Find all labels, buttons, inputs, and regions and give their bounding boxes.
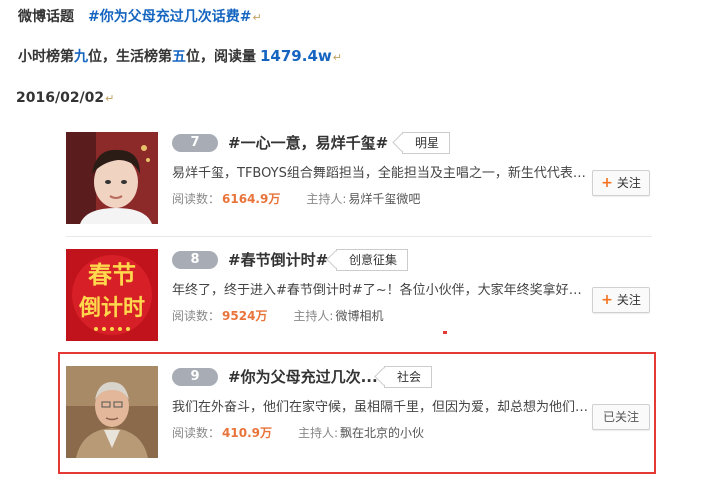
- rank-badge: 9: [172, 368, 218, 386]
- red-marker-dot: [443, 331, 447, 334]
- host-name[interactable]: 易烊千玺微吧: [348, 192, 420, 206]
- reads-label: 阅读数：: [172, 426, 221, 440]
- thumbnail-text-1: 春节: [88, 261, 136, 289]
- followed-button[interactable]: 已关注: [592, 404, 650, 430]
- host-label: 主持人:: [293, 309, 334, 323]
- date-text: 2016/02/02: [16, 90, 105, 106]
- rank-badge: 8: [172, 251, 218, 269]
- topic-title[interactable]: #一心一意，易烊千玺#: [228, 132, 388, 153]
- rank-suffix-text: 位，阅读量: [186, 49, 256, 65]
- topic-thumbnail-avatar[interactable]: [66, 132, 158, 224]
- plus-icon: +: [601, 175, 613, 191]
- rank-badge: 7: [172, 134, 218, 152]
- topic-title[interactable]: #春节倒计时#: [228, 249, 328, 270]
- hour-rank-value: 九: [74, 49, 88, 65]
- life-rank-value: 五: [172, 49, 186, 65]
- rank-mid-text: 位，生活榜第: [88, 49, 172, 65]
- topic-description: 年终了，终于进入#春节倒计时#了~！各位小伙伴，大家年终奖拿好了吗？...: [172, 283, 592, 298]
- paragraph-mark-icon: ↵: [252, 11, 262, 24]
- read-count-value: 1479.4w: [260, 47, 332, 65]
- plus-icon: +: [601, 292, 613, 308]
- follow-label: 关注: [616, 293, 641, 307]
- follow-button[interactable]: + 关注: [592, 287, 650, 313]
- reads-value: 410.9万: [222, 426, 272, 440]
- topic-meta: 阅读数： 410.9万 主持人: 飘在北京的小伙: [172, 424, 424, 441]
- reads-value: 9524万: [222, 309, 268, 323]
- topic-meta: 阅读数： 6164.9万 主持人: 易烊千玺微吧: [172, 190, 420, 207]
- category-tag[interactable]: 创意征集: [336, 249, 409, 271]
- topic-title[interactable]: #你为父母充过几次...: [228, 366, 378, 387]
- paragraph-mark-icon: ↵: [332, 51, 342, 64]
- topic-meta: 阅读数： 9524万 主持人: 微博相机: [172, 307, 383, 324]
- date-line: 2016/02/02↵: [16, 90, 114, 106]
- reads-value: 6164.9万: [222, 192, 281, 206]
- host-name[interactable]: 微博相机: [335, 309, 383, 323]
- host-name[interactable]: 飘在北京的小伙: [340, 426, 424, 440]
- host-label: 主持人:: [306, 192, 347, 206]
- topic-card-highlighted[interactable]: 9 #你为父母充过几次... 社会 我们在外奋斗，他们在家守候，虽相隔千里，但因…: [66, 366, 650, 466]
- category-tag[interactable]: 社会: [384, 366, 433, 388]
- topic-thumbnail-spring-festival[interactable]: 春节 倒计时: [66, 249, 158, 341]
- topic-header: 微博话题 #你为父母充过几次话费#↵: [18, 6, 262, 26]
- paragraph-mark-icon: ↵: [105, 92, 115, 105]
- header-label: 微博话题: [18, 9, 74, 25]
- topic-card[interactable]: 7 #一心一意，易烊千玺# 明星 易烊千玺，TFBOYS组合舞蹈担当，全能担当及…: [66, 132, 650, 232]
- reads-label: 阅读数：: [172, 309, 221, 323]
- topic-thumbnail-elder[interactable]: [66, 366, 158, 458]
- thumbnail-text-2: 倒计时: [78, 296, 145, 321]
- rank-prefix-text: 小时榜第: [18, 49, 74, 65]
- category-tag[interactable]: 明星: [402, 132, 451, 154]
- reads-label: 阅读数：: [172, 192, 221, 206]
- follow-button[interactable]: + 关注: [592, 170, 650, 196]
- ranking-summary: 小时榜第九位，生活榜第五位，阅读量 1479.4w↵: [18, 46, 342, 66]
- host-label: 主持人:: [297, 426, 339, 440]
- topic-card[interactable]: 春节 倒计时 8 #春节倒计时# 创意征集 年终了，终于进入#春节倒计时#了~！…: [66, 249, 650, 349]
- follow-label: 关注: [616, 176, 641, 190]
- divider: [66, 236, 652, 237]
- header-hashtag[interactable]: #你为父母充过几次话费#: [88, 9, 251, 25]
- topic-description: 易烊千玺，TFBOYS组合舞蹈担当，全能担当及主唱之一，新生代代表人物...: [172, 166, 592, 181]
- topic-description: 我们在外奋斗，他们在家守候，虽相隔千里，但因为爱，却总想为他们做...: [172, 400, 592, 415]
